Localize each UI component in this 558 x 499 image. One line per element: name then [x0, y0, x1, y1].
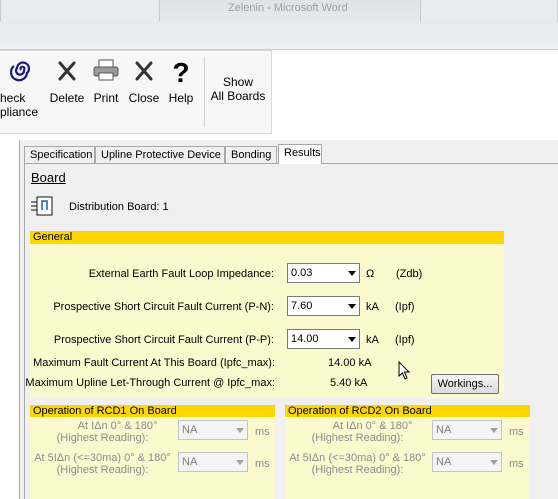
- close-button[interactable]: Close: [126, 55, 162, 121]
- max-fault-current-value: 14.00 kA: [328, 357, 372, 369]
- background-tab-2: [420, 0, 558, 22]
- print-button[interactable]: Print: [90, 55, 122, 121]
- rcd2-row2-select[interactable]: NA: [432, 452, 502, 472]
- general-section-header: General: [30, 231, 504, 244]
- rcd1-row2-label-a: At 5IΔn (<=30ma) 0° & 180°: [34, 452, 171, 464]
- rcd1-row2-value: NA: [182, 456, 198, 468]
- check-compliance-button[interactable]: heck pliance: [0, 55, 42, 121]
- psc-pp-label: Prospective Short Circuit Fault Current …: [53, 334, 274, 346]
- delete-x-icon: [48, 55, 86, 91]
- rcd2-row2-value: NA: [436, 456, 452, 468]
- rcd1-row1-unit: ms: [255, 426, 270, 438]
- distribution-board-icon: [31, 196, 53, 216]
- check-label-1: heck: [0, 91, 26, 105]
- workings-button[interactable]: Workings...: [431, 374, 499, 394]
- background-window-title: Zelenin - Microsoft Word: [228, 2, 348, 14]
- psc-pn-label: Prospective Short Circuit Fault Current …: [53, 301, 274, 313]
- ribbon-separator: [204, 57, 205, 127]
- rcd2-row1-label-a: At IΔn 0° & 180°: [332, 420, 413, 432]
- psc-pn-note: (Ipf): [395, 301, 415, 313]
- show-label-1: Show: [222, 75, 254, 89]
- max-upline-value: 5.40 kA: [330, 377, 368, 389]
- chevron-down-icon: [348, 337, 356, 342]
- print-label: Print: [93, 91, 119, 105]
- earth-impedance-label: External Earth Fault Loop Impedance:: [88, 268, 274, 280]
- tab-specification[interactable]: Specification: [24, 146, 95, 164]
- rcd2-row2-label-a: At 5IΔn (<=30ma) 0° & 180°: [289, 452, 426, 464]
- rcd1-row2-label-b: (Highest Reading):: [56, 464, 149, 476]
- chevron-down-icon: [490, 460, 498, 465]
- rcd2-row1-label: At IΔn 0° & 180° (Highest Reading):: [285, 420, 430, 444]
- psc-pn-value: 7.60: [291, 300, 313, 312]
- rcd1-section-header: Operation of RCD1 On Board: [30, 405, 275, 417]
- rcd1-row1-label-a: At IΔn 0° & 180°: [77, 420, 158, 432]
- close-label: Close: [128, 91, 160, 105]
- tab-upline-protective-device[interactable]: Upline Protective Device: [95, 146, 225, 164]
- rcd1-row2-label: At 5IΔn (<=30ma) 0° & 180° (Highest Read…: [30, 452, 175, 476]
- show-label-2: All Boards: [210, 89, 266, 103]
- tab-results[interactable]: Results: [278, 144, 322, 164]
- rcd2-row1-label-b: (Highest Reading):: [311, 432, 404, 444]
- board-heading: Board: [31, 170, 66, 185]
- show-all-boards-button[interactable]: Show All Boards: [208, 75, 268, 141]
- earth-impedance-note: (Zdb): [396, 268, 423, 280]
- question-mark-icon: ?: [172, 57, 190, 88]
- delete-label: Delete: [49, 91, 85, 105]
- earth-impedance-select[interactable]: 0.03: [287, 263, 360, 283]
- close-x-icon: [126, 55, 162, 91]
- rcd2-row1-select[interactable]: NA: [432, 420, 502, 440]
- rcd1-row1-select[interactable]: NA: [178, 420, 248, 440]
- max-fault-current-label: Maximum Fault Current At This Board (Ipf…: [33, 357, 275, 369]
- chevron-down-icon: [236, 460, 244, 465]
- psc-pn-unit: kA: [366, 301, 379, 313]
- delete-button[interactable]: Delete: [48, 55, 86, 121]
- rcd2-section-header: Operation of RCD2 On Board: [285, 405, 530, 417]
- rcd1-row1-label-b: (Highest Reading):: [56, 432, 149, 444]
- chevron-down-icon: [348, 271, 356, 276]
- psc-pp-note: (Ipf): [395, 334, 415, 346]
- background-title-bar: Zelenin - Microsoft Word: [0, 0, 558, 50]
- printer-icon: [90, 55, 122, 91]
- rcd2-row2-label-b: (Highest Reading):: [311, 464, 404, 476]
- chevron-down-icon: [236, 428, 244, 433]
- rcd1-row2-select[interactable]: NA: [178, 452, 248, 472]
- psc-pn-select[interactable]: 7.60: [287, 296, 360, 316]
- earth-impedance-value: 0.03: [291, 267, 313, 279]
- background-tab-1: [0, 0, 160, 22]
- left-panel-edge: [0, 140, 20, 499]
- rcd1-row2-unit: ms: [255, 458, 270, 470]
- rcd2-row2-unit: ms: [509, 458, 524, 470]
- rcd2-row2-label: At 5IΔn (<=30ma) 0° & 180° (Highest Read…: [285, 452, 430, 476]
- check-label-2: pliance: [0, 105, 39, 119]
- max-upline-label: Maximum Upline Let-Through Current @ Ipf…: [25, 377, 275, 389]
- mouse-pointer-icon: [398, 360, 412, 384]
- earth-impedance-unit: Ω: [366, 268, 375, 280]
- tab-bonding[interactable]: Bonding: [225, 146, 277, 164]
- chevron-down-icon: [348, 304, 356, 309]
- help-label: Help: [168, 91, 194, 105]
- help-button[interactable]: ? Help: [166, 55, 196, 121]
- rcd2-row1-value: NA: [436, 424, 452, 436]
- ribbon-toolbar: heck pliance Delete Print Close ? Help S…: [0, 50, 272, 134]
- chevron-down-icon: [490, 428, 498, 433]
- spiral-icon: [0, 55, 42, 91]
- psc-pp-value: 14.00: [291, 333, 319, 345]
- rcd2-row1-unit: ms: [509, 426, 524, 438]
- rcd1-row1-value: NA: [182, 424, 198, 436]
- distribution-board-label: Distribution Board: 1: [69, 201, 169, 213]
- rcd1-row1-label: At IΔn 0° & 180° (Highest Reading):: [30, 420, 175, 444]
- psc-pp-select[interactable]: 14.00: [287, 329, 360, 349]
- psc-pp-unit: kA: [366, 334, 379, 346]
